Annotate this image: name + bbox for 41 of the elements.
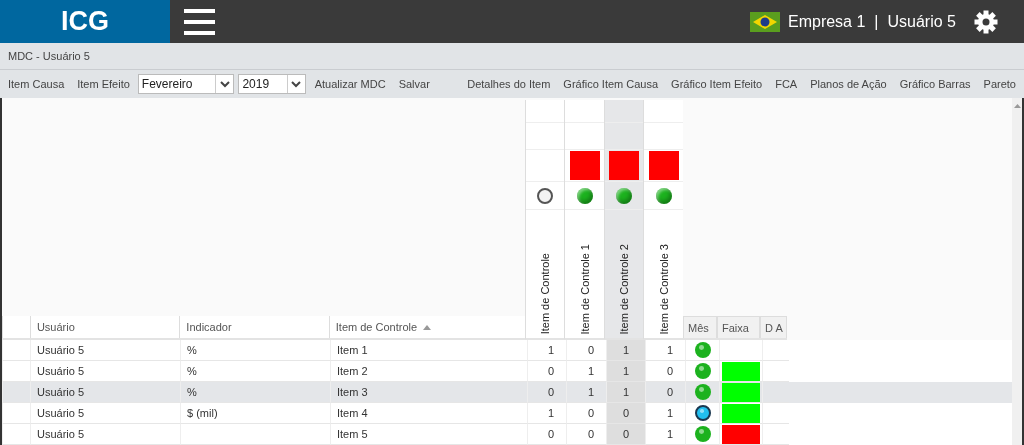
separator: |: [874, 12, 879, 31]
menu-icon[interactable]: [184, 8, 215, 35]
scrollbar[interactable]: [1012, 98, 1022, 445]
toolbar-link[interactable]: FCA: [770, 78, 803, 90]
column-header[interactable]: D A: [760, 316, 787, 338]
column-header[interactable]: Usuário: [29, 316, 180, 338]
table-cell: 1: [645, 424, 685, 445]
logo[interactable]: ICG: [0, 0, 170, 43]
table-cell: Usuário 5: [30, 424, 180, 445]
user-name[interactable]: Usuário 5: [887, 12, 956, 31]
table-cell: 0: [527, 424, 566, 445]
flag-icon[interactable]: [750, 11, 780, 32]
chevron-icon: [219, 80, 230, 88]
toolbar-link[interactable]: Pareto: [978, 78, 1021, 90]
settings-icon[interactable]: [974, 9, 998, 34]
toolbar-link[interactable]: Salvar: [393, 78, 435, 90]
table-cell: 0: [606, 424, 645, 445]
dropdown[interactable]: 2019: [238, 74, 306, 94]
table-cell: 1: [606, 340, 645, 361]
table-cell: 1: [606, 361, 645, 382]
toolbar-link[interactable]: Gráfico Barras: [894, 78, 976, 90]
column-header[interactable]: Faixa: [717, 316, 760, 338]
company-name[interactable]: Empresa 1: [788, 12, 866, 31]
table-cell: Item 5: [330, 424, 527, 445]
breadcrumb: MDC - Usuário 5: [8, 50, 90, 62]
column-header[interactable]: Indicador: [179, 316, 329, 338]
sort-icon: [423, 324, 432, 330]
table-cell: 1: [606, 382, 645, 403]
toolbar-link[interactable]: Item Efeito: [72, 78, 135, 90]
toolbar-link[interactable]: Detalhes do Item: [462, 78, 556, 90]
toolbar-link[interactable]: Planos de Ação: [805, 78, 892, 90]
toolbar-link[interactable]: Item Causa: [3, 78, 70, 90]
table-cell: [2, 424, 30, 445]
toolbar-link[interactable]: Gráfico Item Causa: [558, 78, 664, 90]
dropdown[interactable]: Fevereiro: [137, 74, 235, 94]
column-header[interactable]: Mês: [683, 316, 717, 338]
chevron-icon: [291, 80, 302, 88]
column-header[interactable]: Item de Controle: [328, 316, 525, 338]
toolbar-link[interactable]: Atualizar MDC: [309, 78, 391, 90]
table-cell: 0: [606, 403, 645, 424]
toolbar-link[interactable]: Gráfico Item Efeito: [666, 78, 768, 90]
